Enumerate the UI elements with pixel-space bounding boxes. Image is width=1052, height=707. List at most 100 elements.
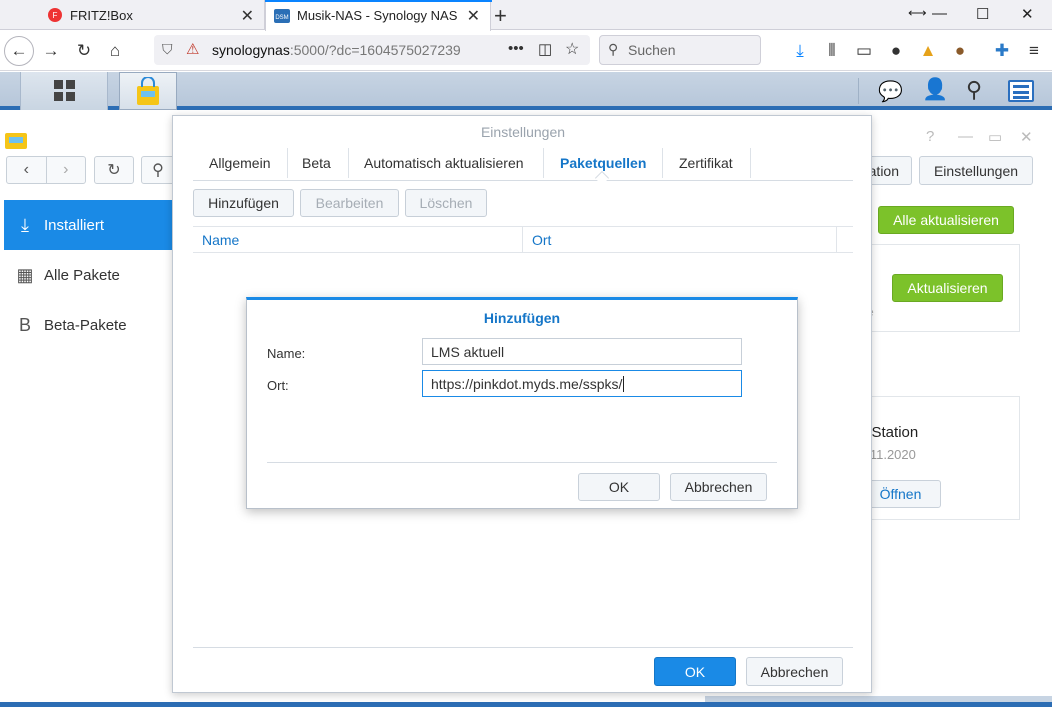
button-label: ation <box>868 162 899 179</box>
column-header-location[interactable]: Ort <box>523 227 837 252</box>
menu-icon[interactable]: ≡ <box>1022 39 1046 63</box>
footer-divider <box>267 462 777 463</box>
button-label: Aktualisieren <box>907 280 988 296</box>
minimize-icon[interactable]: — <box>932 5 947 22</box>
tab-general[interactable]: Allgemein <box>209 146 270 180</box>
url-path: :5000/?dc=1604575027239 <box>289 42 461 58</box>
cancel-button[interactable]: Abbrechen <box>746 657 843 686</box>
sidebar-item-all-packages[interactable]: ▦ Alle Pakete <box>4 250 172 300</box>
pocket-icon[interactable]: ◫ <box>538 40 552 58</box>
extension-icon[interactable]: ▲ <box>916 39 940 63</box>
new-tab-plus-icon[interactable]: + <box>494 3 507 29</box>
dialog-title: Einstellungen <box>480 124 566 140</box>
back-arrow-icon[interactable]: ← <box>4 36 34 66</box>
dsm-taskbar: 💬 👤 ⚲ <box>0 72 1052 110</box>
update-all-button[interactable]: Alle aktualisieren <box>878 206 1014 234</box>
location-field[interactable]: https://pinkdot.myds.me/sspks/ <box>422 370 742 397</box>
sidebar-item-beta-packages[interactable]: B Beta-Pakete <box>4 300 172 350</box>
maximize-icon[interactable]: ☐ <box>976 5 989 23</box>
insecure-lock-icon[interactable]: ⚠ <box>186 40 199 58</box>
help-icon[interactable]: ? <box>926 128 934 145</box>
table-header: Name Ort <box>193 226 853 253</box>
search-icon: ⚲ <box>608 41 619 57</box>
close-icon[interactable]: ✕ <box>241 6 254 26</box>
browser-tab-strip: F FRITZ!Box ✕ DSM Musik-NAS - Synology N… <box>0 0 1052 31</box>
settings-button[interactable]: Einstellungen <box>919 156 1033 185</box>
taskbar-divider <box>858 78 859 104</box>
tab-title: Musik-NAS - Synology NAS <box>297 8 458 23</box>
ok-button[interactable]: OK <box>578 473 660 501</box>
chevron-right-icon[interactable]: › <box>47 161 86 179</box>
tab-divider <box>662 148 663 178</box>
url-bar[interactable]: ⛉ ⚠ synologynas:5000/?dc=1604575027239 •… <box>154 35 590 65</box>
tab-auto-update[interactable]: Automatisch aktualisieren <box>364 146 524 180</box>
puzzle-icon[interactable]: ✚ <box>990 39 1014 63</box>
maximize-icon[interactable]: ▭ <box>988 128 1002 146</box>
close-icon[interactable]: ✕ <box>1020 128 1033 146</box>
shield-icon[interactable]: ⛉ <box>162 41 173 58</box>
search-icon[interactable]: ⚲ <box>966 77 982 103</box>
reload-icon[interactable]: ↻ <box>72 39 96 63</box>
home-icon[interactable]: ⌂ <box>103 39 127 63</box>
beta-icon: B <box>18 314 31 335</box>
edit-button[interactable]: Bearbeiten <box>300 189 399 217</box>
close-icon[interactable]: ✕ <box>467 6 480 26</box>
search-placeholder: Suchen <box>628 42 676 58</box>
location-label: Ort: <box>267 378 289 393</box>
cancel-button[interactable]: Abbrechen <box>670 473 767 501</box>
column-header-name[interactable]: Name <box>193 227 523 252</box>
tab-certificate[interactable]: Zertifikat <box>679 146 733 180</box>
nav-back-forward[interactable]: ‹ › <box>6 156 86 184</box>
tab-divider <box>543 148 544 178</box>
user-icon[interactable]: 👤 <box>922 78 948 102</box>
button-label: Einstellungen <box>933 162 1019 179</box>
sidebar-icon[interactable]: ▭ <box>852 39 876 63</box>
button-label: Öffnen <box>879 486 922 502</box>
page-actions-icon[interactable]: ••• <box>508 40 524 57</box>
refresh-button[interactable]: ↻ <box>94 156 134 184</box>
svg-text:DSM: DSM <box>275 15 288 21</box>
tab-divider <box>287 148 288 178</box>
text-cursor <box>623 375 625 392</box>
add-source-dialog: Hinzufügen Name: LMS aktuell Ort: https:… <box>246 297 798 509</box>
tab-divider <box>750 148 751 178</box>
download-icon[interactable]: ⤓ <box>788 39 812 63</box>
search-icon[interactable]: ⚲ <box>141 156 175 184</box>
delete-button[interactable]: Löschen <box>405 189 487 217</box>
package-center-taskbar-button[interactable] <box>119 72 177 110</box>
dialog-title: Hinzufügen <box>483 310 561 326</box>
sidebar-item-installed[interactable]: ⤓ Installiert <box>4 200 172 250</box>
url-host: synologynas <box>212 42 290 58</box>
update-button[interactable]: Aktualisieren <box>892 274 1003 302</box>
cookie-icon[interactable]: ● <box>948 39 972 63</box>
footer-divider <box>193 647 853 648</box>
resize-arrows-icon[interactable]: ⟷ <box>908 5 927 21</box>
fritzbox-icon: F <box>47 7 63 23</box>
bottom-border <box>0 702 1052 707</box>
window-close-icon[interactable]: ✕ <box>1021 5 1034 23</box>
sidebar-item-label: Installiert <box>44 216 105 234</box>
chat-icon[interactable]: 💬 <box>878 79 903 104</box>
minimize-icon[interactable]: — <box>958 128 973 145</box>
browser-tab-fritzbox[interactable]: F FRITZ!Box ✕ <box>37 0 265 30</box>
tab-beta[interactable]: Beta <box>302 146 331 180</box>
search-field[interactable]: ⚲ Suchen <box>599 35 761 65</box>
ok-button[interactable]: OK <box>654 657 736 686</box>
name-field[interactable]: LMS aktuell <box>422 338 742 365</box>
add-button[interactable]: Hinzufügen <box>193 189 294 217</box>
forward-arrow-icon[interactable]: → <box>39 39 63 63</box>
browser-tab-synology[interactable]: DSM Musik-NAS - Synology NAS ✕ <box>265 0 492 31</box>
account-icon[interactable]: ● <box>884 39 908 63</box>
grid-icon: ▦ <box>16 264 34 285</box>
sidebar-item-label: Beta-Pakete <box>44 316 127 334</box>
shopping-bag-icon <box>137 77 159 105</box>
chevron-left-icon[interactable]: ‹ <box>7 161 46 179</box>
widgets-icon[interactable] <box>1008 80 1034 102</box>
open-button[interactable]: Öffnen <box>860 480 941 508</box>
svg-text:F: F <box>53 11 58 20</box>
tab-divider <box>348 148 349 178</box>
tab-title: FRITZ!Box <box>70 7 133 23</box>
library-icon[interactable]: ⫴ <box>820 39 844 63</box>
bookmark-star-icon[interactable]: ☆ <box>565 39 579 59</box>
main-menu-button[interactable] <box>20 72 108 110</box>
